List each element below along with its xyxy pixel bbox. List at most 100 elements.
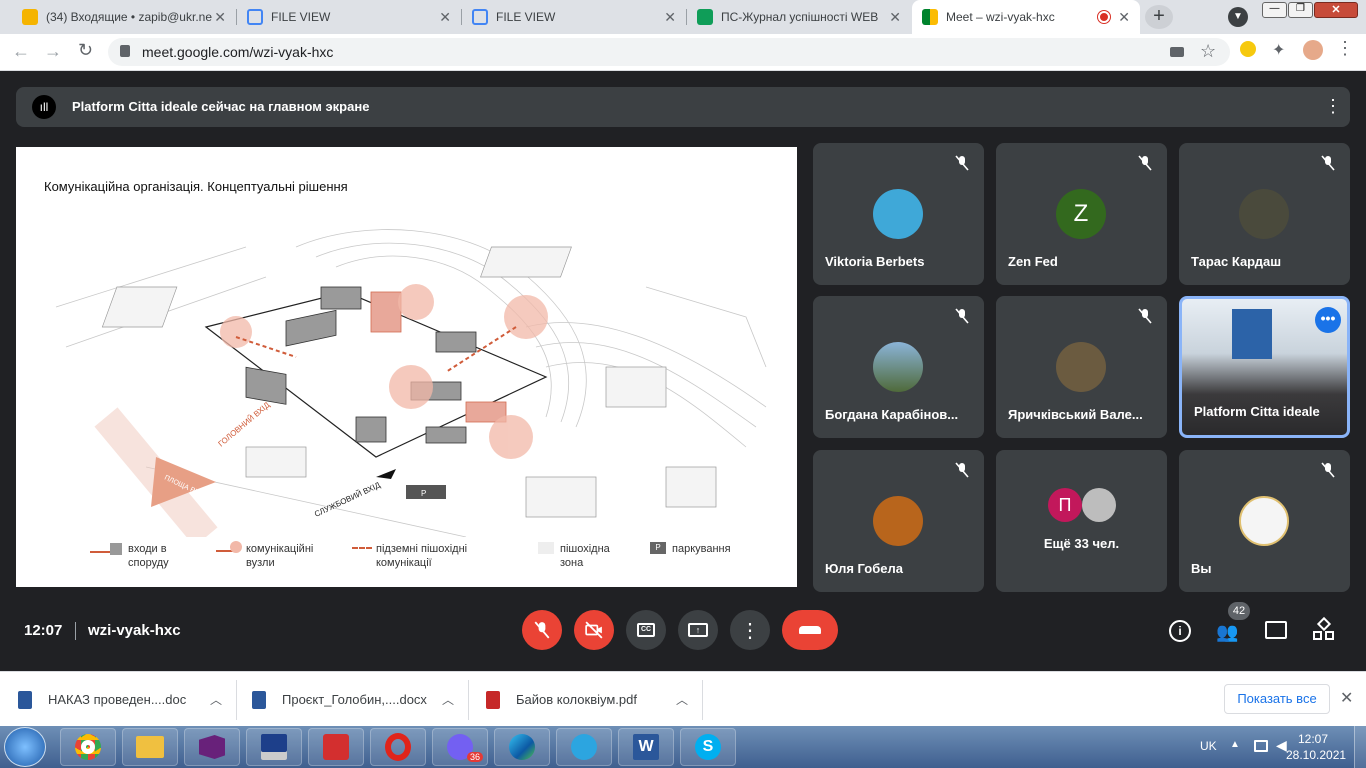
participant-tile[interactable]: Яричківський Вале... bbox=[996, 296, 1167, 438]
camera-toggle-button[interactable] bbox=[574, 610, 614, 650]
tab-file-view-2[interactable]: FILE VIEW ✕ bbox=[462, 0, 686, 34]
show-all-button[interactable]: Показать все bbox=[1224, 684, 1330, 714]
telegram-taskbar-icon[interactable] bbox=[556, 728, 612, 766]
avatar bbox=[1082, 488, 1116, 522]
tab-journal[interactable]: ПС-Журнал успішності WEB ✕ bbox=[687, 0, 911, 34]
people-button[interactable]: 👥 42 bbox=[1214, 602, 1250, 642]
back-icon[interactable]: ← bbox=[12, 41, 30, 62]
weather-extension-icon[interactable] bbox=[1240, 41, 1256, 57]
download-filename: Проєкт_Голобин,....docx bbox=[282, 692, 427, 707]
present-button[interactable]: ↑ bbox=[678, 610, 718, 650]
captions-button[interactable]: CC bbox=[626, 610, 666, 650]
reload-icon[interactable]: ↻ bbox=[78, 40, 93, 61]
more-vert-icon: ⋮ bbox=[740, 619, 760, 642]
participant-tile[interactable]: Z Zen Fed bbox=[996, 143, 1167, 285]
download-item[interactable]: Байов колоквіум.pdf ︿ bbox=[486, 672, 702, 727]
chat-icon[interactable] bbox=[1265, 621, 1287, 639]
network-icon[interactable] bbox=[1254, 740, 1268, 752]
participant-tile[interactable]: Богдана Карабінов... bbox=[813, 296, 984, 438]
camera-icon[interactable] bbox=[1170, 47, 1184, 57]
taskbar-date[interactable]: 28.10.2021 bbox=[1286, 748, 1346, 762]
tab-meet[interactable]: Meet – wzi-vyak-hxc ✕ bbox=[912, 0, 1140, 34]
opera-taskbar-icon[interactable] bbox=[370, 728, 426, 766]
skype-taskbar-icon[interactable]: S bbox=[680, 728, 736, 766]
taskbar-clock[interactable]: 12:07 bbox=[1298, 732, 1328, 746]
document-icon bbox=[247, 9, 263, 25]
download-item[interactable]: НАКАЗ проведен....doc ︿ bbox=[18, 672, 236, 727]
tab-file-view-1[interactable]: FILE VIEW ✕ bbox=[237, 0, 461, 34]
journal-icon bbox=[697, 9, 713, 25]
hang-up-icon bbox=[799, 626, 821, 634]
tab-search-icon[interactable]: ▼ bbox=[1228, 7, 1248, 27]
banner-menu-icon[interactable]: ⋮ bbox=[1324, 96, 1342, 117]
participant-tile-self[interactable]: Вы bbox=[1179, 450, 1350, 592]
word-file-icon bbox=[18, 690, 32, 709]
chrome-taskbar-icon[interactable] bbox=[60, 728, 116, 766]
participant-name: Юля Гобела bbox=[825, 561, 903, 576]
close-tab-icon[interactable]: ✕ bbox=[1118, 9, 1130, 26]
visual-studio-taskbar-icon[interactable] bbox=[184, 728, 240, 766]
viber-taskbar-icon[interactable]: 36 bbox=[432, 728, 488, 766]
participant-tile-video[interactable]: ••• Platform Citta ideale bbox=[1179, 296, 1350, 438]
entrance-legend-icon bbox=[90, 545, 112, 553]
menu-icon[interactable]: ⋮ bbox=[1336, 38, 1354, 59]
maximize-button[interactable]: ❐ bbox=[1288, 2, 1313, 18]
participant-tile[interactable]: Тарас Кардаш bbox=[1179, 143, 1350, 285]
map-label-service-entrance: СЛУЖБОВИЙ ВХІД bbox=[313, 480, 382, 519]
site-plan-drawing: ГОЛОВНИЙ ВХІД ПЛОЩА РИНОК СЛУЖБОВИЙ ВХІД… bbox=[55, 229, 767, 537]
tab-mail[interactable]: (34) Входящие • zapib@ukr.ne ✕ bbox=[12, 0, 236, 34]
leave-call-button[interactable] bbox=[782, 610, 838, 650]
new-tab-button[interactable]: + bbox=[1145, 5, 1173, 29]
bookmark-star-icon[interactable]: ☆ bbox=[1200, 41, 1216, 62]
tab-strip: (34) Входящие • zapib@ukr.ne ✕ FILE VIEW… bbox=[0, 0, 1366, 34]
meeting-details-icon[interactable]: i bbox=[1169, 620, 1191, 642]
close-tab-icon[interactable]: ✕ bbox=[889, 9, 901, 26]
more-options-button[interactable]: ⋮ bbox=[730, 610, 770, 650]
show-desktop-button[interactable] bbox=[1354, 726, 1366, 768]
close-tab-icon[interactable]: ✕ bbox=[664, 9, 676, 26]
viber-badge: 36 bbox=[466, 752, 483, 762]
participant-tile[interactable]: Viktoria Berbets bbox=[813, 143, 984, 285]
captions-icon: CC bbox=[637, 623, 655, 637]
taskbar: 36 W S UK ▲ ◀ 12:07 28.10.2021 bbox=[0, 726, 1366, 768]
more-options-button[interactable]: ••• bbox=[1315, 307, 1341, 333]
participant-tile[interactable]: Юля Гобела bbox=[813, 450, 984, 592]
participant-name: Platform Citta ideale bbox=[1194, 404, 1320, 419]
participant-name: Богдана Карабінов... bbox=[825, 407, 959, 422]
extensions-icon[interactable]: ✦ bbox=[1272, 40, 1285, 60]
divider bbox=[75, 622, 76, 640]
download-item[interactable]: Проєкт_Голобин,....docx ︿ bbox=[252, 672, 468, 727]
legend-parking: паркування bbox=[672, 543, 731, 555]
forward-icon[interactable]: → bbox=[44, 41, 62, 62]
word-file-icon bbox=[252, 690, 266, 709]
save-taskbar-icon[interactable] bbox=[246, 728, 302, 766]
profile-avatar[interactable] bbox=[1303, 40, 1323, 60]
address-bar[interactable]: meet.google.com/wzi-vyak-hxc ☆ bbox=[108, 38, 1230, 66]
word-taskbar-icon[interactable]: W bbox=[618, 728, 674, 766]
minimize-button[interactable]: — bbox=[1262, 2, 1287, 18]
close-tab-icon[interactable]: ✕ bbox=[214, 9, 226, 26]
start-button[interactable] bbox=[4, 727, 46, 767]
recording-icon bbox=[1098, 11, 1110, 23]
more-participants-tile[interactable]: П Ещё 33 чел. bbox=[996, 450, 1167, 592]
parking-legend-icon: P bbox=[650, 542, 666, 554]
mic-toggle-button[interactable] bbox=[522, 610, 562, 650]
lock-icon bbox=[120, 45, 130, 57]
close-window-button[interactable]: ✕ bbox=[1314, 2, 1358, 18]
chevron-up-icon[interactable]: ︿ bbox=[442, 691, 454, 708]
acrobat-taskbar-icon[interactable] bbox=[308, 728, 364, 766]
close-tab-icon[interactable]: ✕ bbox=[439, 9, 451, 26]
activities-icon[interactable] bbox=[1313, 616, 1335, 641]
language-indicator[interactable]: UK bbox=[1200, 739, 1217, 753]
url-text: meet.google.com/wzi-vyak-hxc bbox=[142, 44, 334, 60]
edge-taskbar-icon[interactable] bbox=[494, 728, 550, 766]
close-downloads-icon[interactable]: ✕ bbox=[1340, 688, 1353, 708]
chevron-up-icon[interactable]: ︿ bbox=[210, 691, 222, 708]
meeting-code: wzi-vyak-hxc bbox=[88, 622, 181, 639]
participant-name: Вы bbox=[1191, 561, 1212, 576]
tray-arrow-icon[interactable]: ▲ bbox=[1230, 739, 1240, 750]
chevron-up-icon[interactable]: ︿ bbox=[676, 691, 688, 708]
explorer-taskbar-icon[interactable] bbox=[122, 728, 178, 766]
toolbar: ← → ↻ meet.google.com/wzi-vyak-hxc ☆ ✦ ⋮ bbox=[0, 34, 1366, 71]
legend-nodes: комунікаційні вузли bbox=[246, 543, 314, 569]
